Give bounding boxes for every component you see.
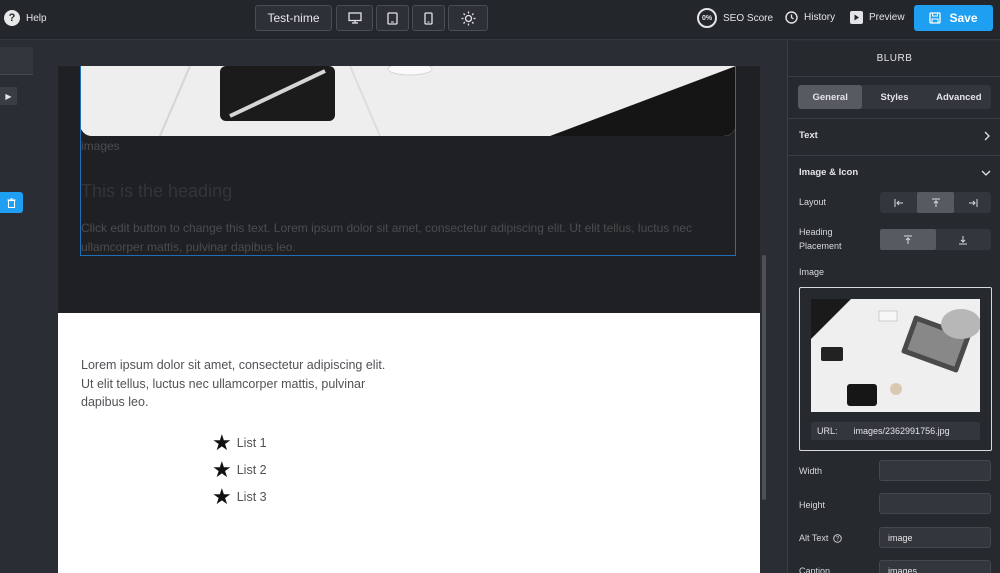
caption-label: Caption [799,566,831,573]
divider [788,118,1000,119]
sun-icon [461,11,475,25]
save-button[interactable]: Save [914,5,993,31]
blurb-heading[interactable]: This is the heading [81,181,232,202]
chevron-right-icon [984,131,990,140]
star-icon: ★ [212,456,232,482]
text-editor-block[interactable]: Lorem ipsum dolor sit amet, consectetur … [81,356,401,412]
list-item-label: List 2 [236,462,267,477]
layout-right-option[interactable] [954,192,991,213]
image-icon-section-label: Image & Icon [799,167,859,178]
settings-panel: BLURB General Styles Advanced Text Image… [787,41,1000,573]
help-label: Help [26,12,47,24]
page-name-button[interactable]: Test-nime [255,5,332,31]
list-item-label: List 1 [236,435,267,450]
align-left-icon [894,198,903,207]
align-top-icon [931,198,940,207]
panel-title: BLURB [788,41,1000,77]
history-icon [785,11,798,24]
heading-above-option[interactable] [880,229,936,250]
tablet-icon [387,11,398,25]
tab-styles[interactable]: Styles [862,85,926,109]
help-icon: ? [4,10,20,26]
text-section-header[interactable]: Text [799,130,991,141]
divider [788,155,1000,156]
image-url-field[interactable]: URL: images/2362991756.jpg [811,422,980,440]
arrow-up-bar-icon [903,235,912,244]
text-section-label: Text [799,130,818,141]
image-caption: images [81,139,120,153]
layout-left-option[interactable] [880,192,917,213]
preview-button[interactable]: Preview [850,11,905,24]
width-input[interactable] [879,460,991,481]
theme-toggle-button[interactable] [448,5,488,31]
top-bar: ? Help Test-nime 0% SEO Score History Pr… [0,0,1000,40]
chevron-down-icon [981,170,991,176]
blurb-text[interactable]: Click edit button to change this text. L… [81,219,731,257]
heading-placement-label: Heading Placement [799,227,842,251]
image-picker[interactable]: URL: images/2362991756.jpg [799,287,992,451]
star-icon: ★ [212,483,232,509]
image-thumbnail[interactable] [811,299,980,412]
delete-element-button[interactable] [0,192,23,213]
layout-segmented-control [880,192,991,213]
mobile-view-button[interactable] [412,5,445,31]
seo-score-ring: 0% [697,8,717,28]
expand-arrow-icon[interactable]: ▶ [0,87,17,105]
align-right-icon [968,198,977,207]
alt-text-label: Alt Text [799,533,829,543]
preview-label: Preview [869,12,905,23]
alt-text-input[interactable]: image [879,527,991,548]
image-label: Image [799,267,825,277]
height-input[interactable] [879,493,991,514]
layout-label: Layout [799,197,827,207]
heading-placement-control [880,229,991,250]
info-icon[interactable]: ? [833,533,843,543]
laptop-desk-thumbnail [811,299,980,412]
height-label: Height [799,500,826,510]
play-icon [850,11,863,24]
seo-score-label: SEO Score [723,12,774,24]
help-button[interactable]: ? Help [4,10,47,26]
tablet-view-button[interactable] [376,5,409,31]
navigator-strip [0,47,33,75]
mobile-icon [424,11,433,25]
floppy-icon [929,12,942,24]
heading-below-option[interactable] [936,229,992,250]
history-button[interactable]: History [785,11,835,24]
left-rail: ▶ [0,41,33,573]
list-item-label: List 3 [236,489,267,504]
width-label: Width [799,466,823,476]
star-icon: ★ [212,429,232,455]
blurb-section[interactable]: images This is the heading Click edit bu… [58,66,760,313]
panel-tabs: General Styles Advanced [798,85,991,109]
tab-general[interactable]: General [798,85,863,109]
desktop-view-button[interactable] [336,5,373,31]
canvas-scrollbar[interactable] [762,255,766,500]
list-item[interactable]: ★ List 3 [212,483,267,510]
trash-icon [7,197,16,208]
icon-list[interactable]: ★ List 1 ★ List 2 ★ List 3 [212,429,267,510]
list-item[interactable]: ★ List 1 [212,429,267,456]
alt-text-label-row: Alt Text ? [799,531,843,545]
tab-advanced[interactable]: Advanced [927,85,991,109]
list-item[interactable]: ★ List 2 [212,456,267,483]
editor-canvas[interactable]: images This is the heading Click edit bu… [58,66,760,573]
desktop-icon [347,12,362,24]
layout-top-option[interactable] [917,192,954,213]
seo-score-button[interactable]: 0% SEO Score [697,8,773,28]
arrow-down-bar-icon [959,235,968,244]
caption-input[interactable]: images [879,560,991,573]
history-label: History [804,12,836,23]
image-icon-section-header[interactable]: Image & Icon [799,167,991,178]
url-value: images/2362991756.jpg [853,426,950,436]
url-label: URL: [817,426,838,436]
save-label: Save [949,11,978,25]
